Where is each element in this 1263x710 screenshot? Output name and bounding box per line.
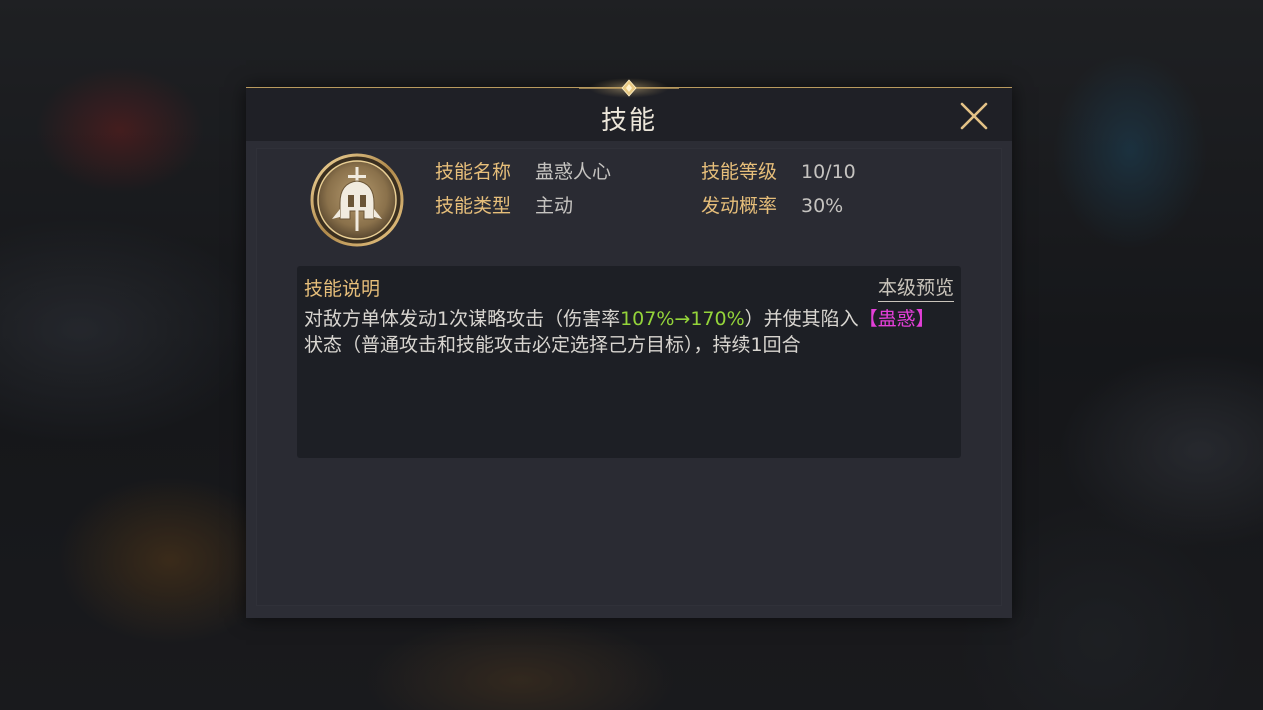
trigger-chance-label: 发动概率 bbox=[701, 195, 778, 217]
status-effect-name: 【蛊惑】 bbox=[858, 308, 935, 330]
dialog-title: 技能 bbox=[600, 106, 657, 136]
skill-name-label: 技能名称 bbox=[435, 161, 512, 183]
helmet-sword-emblem-icon bbox=[310, 153, 404, 247]
trigger-chance-value: 30% bbox=[801, 195, 844, 217]
description-text-part2: ）并使其陷入 bbox=[744, 308, 859, 330]
skill-dialog: 技能 技能名称 蛊惑人心 技能等级 10/10 技能类型 主动 发动概率 30%… bbox=[246, 78, 1012, 618]
damage-rate-value: 107%→170% bbox=[620, 308, 745, 330]
level-preview-link[interactable]: 本级预览 bbox=[877, 273, 954, 302]
description-text-part1: 对敌方单体发动1次谋略攻击（伤害率 bbox=[304, 308, 621, 330]
skill-level-label: 技能等级 bbox=[701, 161, 778, 183]
dialog-content: 技能名称 蛊惑人心 技能等级 10/10 技能类型 主动 发动概率 30% 技能… bbox=[256, 148, 1002, 606]
title-ornament-icon bbox=[579, 78, 679, 98]
skill-name-value: 蛊惑人心 bbox=[535, 161, 612, 183]
dialog-title-bar: 技能 bbox=[246, 78, 1012, 141]
close-icon[interactable] bbox=[958, 100, 990, 132]
skill-type-value: 主动 bbox=[535, 195, 574, 217]
description-text-part3: 状态（普通攻击和技能攻击必定选择己方目标），持续1回合 bbox=[304, 334, 801, 356]
skill-level-value: 10/10 bbox=[801, 161, 856, 183]
skill-type-label: 技能类型 bbox=[435, 195, 512, 217]
description-title: 技能说明 bbox=[304, 278, 381, 300]
description-text: 对敌方单体发动1次谋略攻击（伤害率107%→170%）并使其陷入【蛊惑】状态（普… bbox=[304, 306, 950, 358]
description-box: 技能说明 本级预览 对敌方单体发动1次谋略攻击（伤害率107%→170%）并使其… bbox=[297, 266, 961, 458]
